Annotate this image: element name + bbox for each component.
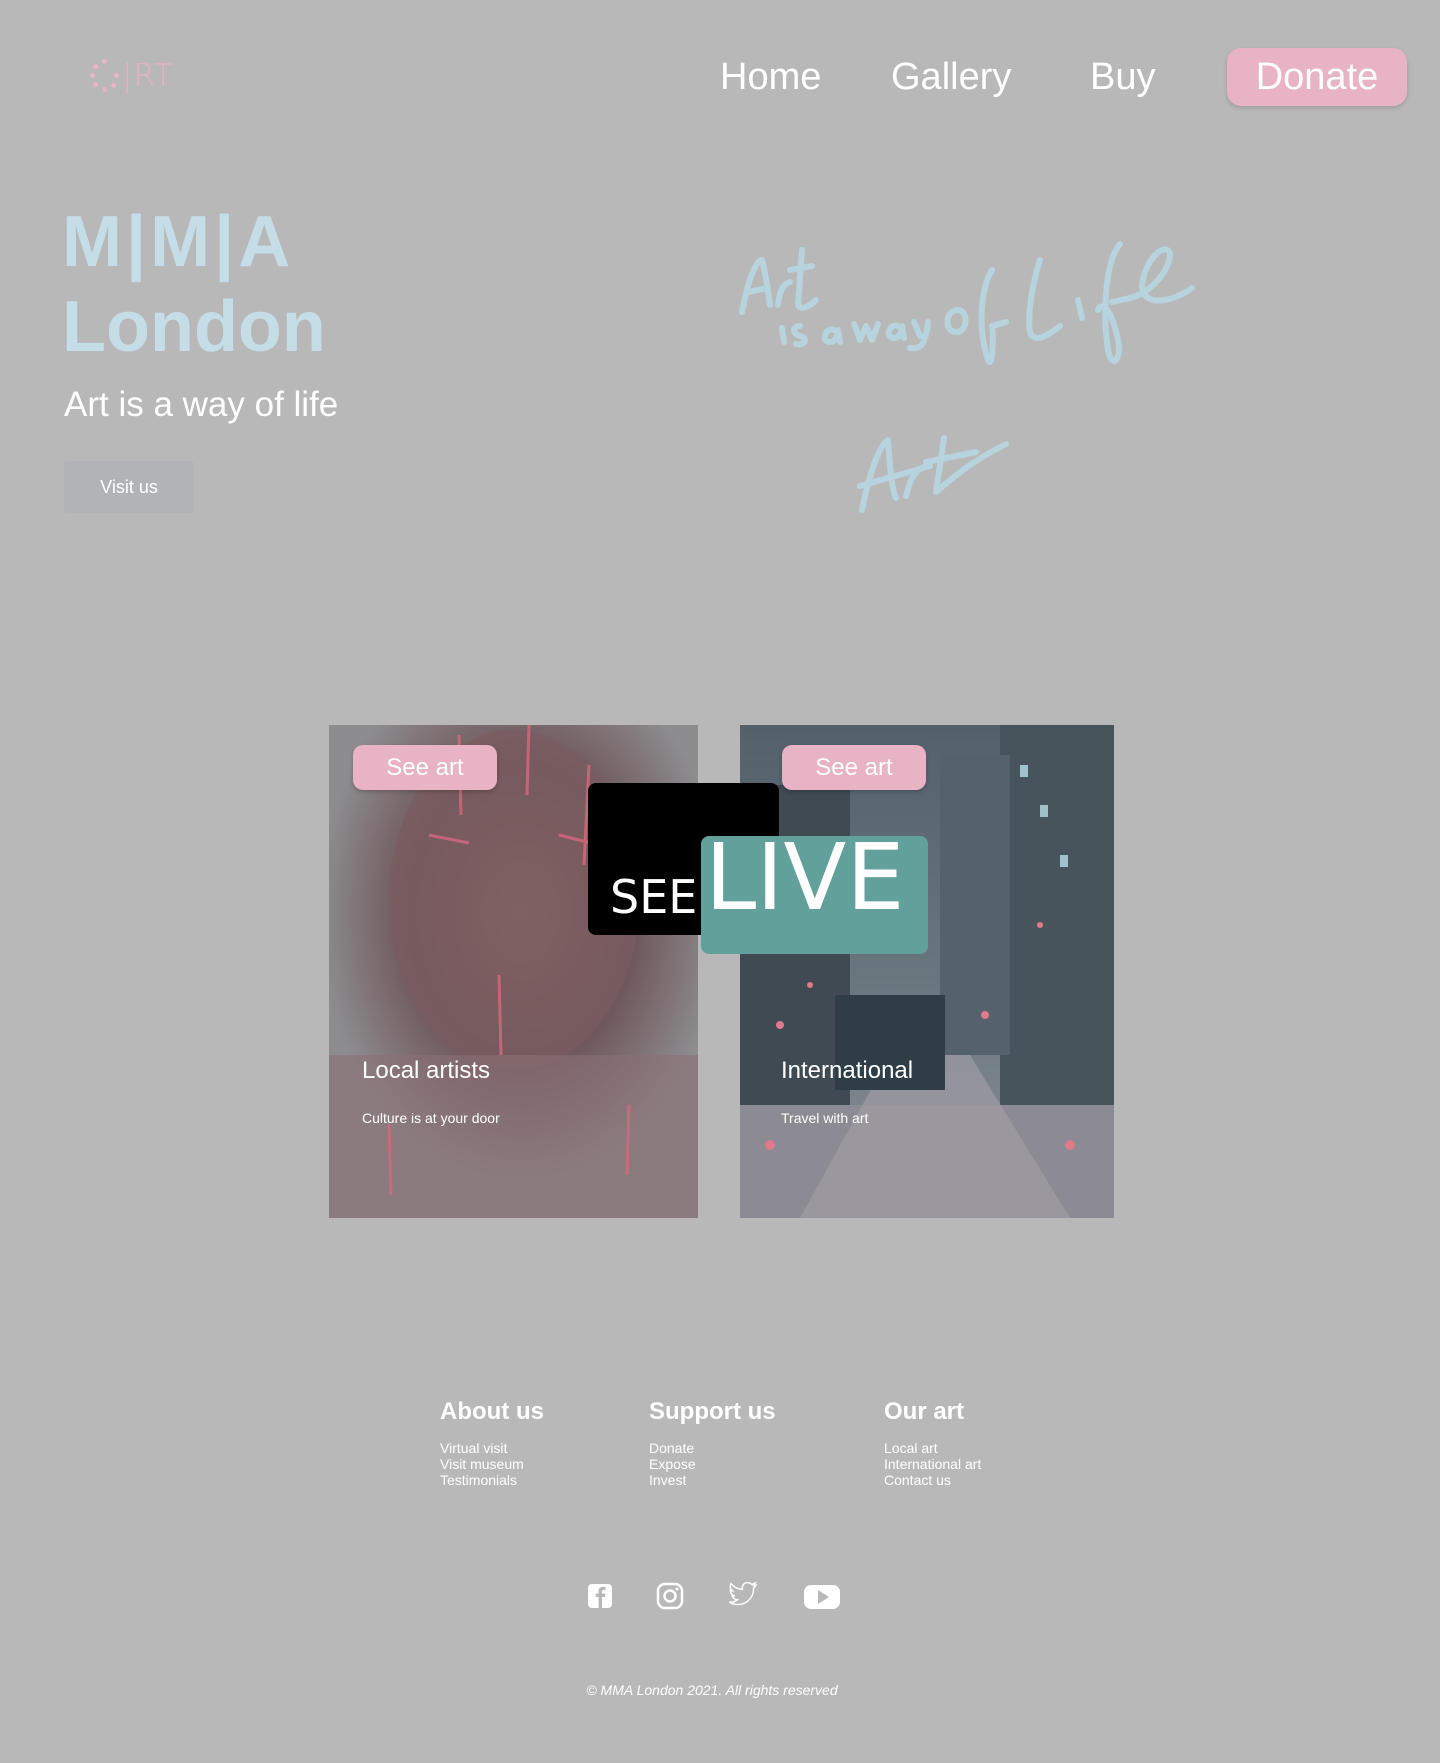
- nav-buy[interactable]: Buy: [1090, 56, 1155, 99]
- instagram-icon[interactable]: [652, 1578, 688, 1614]
- footer-link[interactable]: Testimonials: [440, 1472, 544, 1488]
- footer-link[interactable]: Contact us: [884, 1472, 981, 1488]
- facebook-icon[interactable]: [582, 1578, 618, 1614]
- twitter-icon[interactable]: [726, 1578, 762, 1614]
- footer-link[interactable]: Local art: [884, 1440, 981, 1456]
- card-title: International: [781, 1057, 914, 1084]
- card-subtitle: Culture is at your door: [362, 1110, 500, 1126]
- footer-link[interactable]: Invest: [649, 1472, 776, 1488]
- card-title: Local artists: [362, 1057, 491, 1084]
- footer-heading: About us: [440, 1398, 544, 1425]
- donate-button[interactable]: Donate: [1227, 48, 1407, 106]
- live-label: LIVE: [705, 824, 905, 931]
- card-international[interactable]: See art International Travel with art: [740, 725, 1114, 1218]
- handwritten-art-illustration: [739, 241, 1195, 513]
- nav-gallery[interactable]: Gallery: [891, 56, 1011, 99]
- footer-heading: Our art: [884, 1398, 965, 1425]
- see-art-button[interactable]: See art: [782, 745, 926, 790]
- copyright-text: © MMA London 2021. All rights reserved: [586, 1682, 838, 1698]
- card-subtitle: Travel with art: [781, 1110, 869, 1126]
- footer-heading: Support us: [649, 1398, 776, 1425]
- nav-home[interactable]: Home: [720, 56, 821, 99]
- footer-link[interactable]: International art: [884, 1456, 981, 1472]
- hero-city: London: [62, 287, 326, 367]
- footer-column-support: Support us Donate Expose Invest: [649, 1398, 776, 1488]
- logo-text: |RT: [122, 58, 174, 94]
- city-street-photo-image: [740, 725, 1114, 1218]
- see-label: SEE: [610, 870, 698, 924]
- logo-dots-icon: [90, 59, 120, 93]
- footer-link[interactable]: Virtual visit: [440, 1440, 544, 1456]
- footer-link[interactable]: Expose: [649, 1456, 776, 1472]
- hero-brand: M|M|A: [62, 202, 295, 282]
- see-art-button[interactable]: See art: [353, 745, 497, 790]
- footer-link[interactable]: Visit museum: [440, 1456, 544, 1472]
- footer-link[interactable]: Donate: [649, 1440, 776, 1456]
- footer-column-our-art: Our art Local art International art Cont…: [884, 1398, 981, 1488]
- visit-us-button[interactable]: Visit us: [64, 461, 194, 513]
- logo[interactable]: |RT: [90, 56, 190, 96]
- hero-tagline: Art is a way of life: [64, 385, 339, 424]
- youtube-icon[interactable]: [802, 1578, 842, 1614]
- footer-column-about: About us Virtual visit Visit museum Test…: [440, 1398, 544, 1488]
